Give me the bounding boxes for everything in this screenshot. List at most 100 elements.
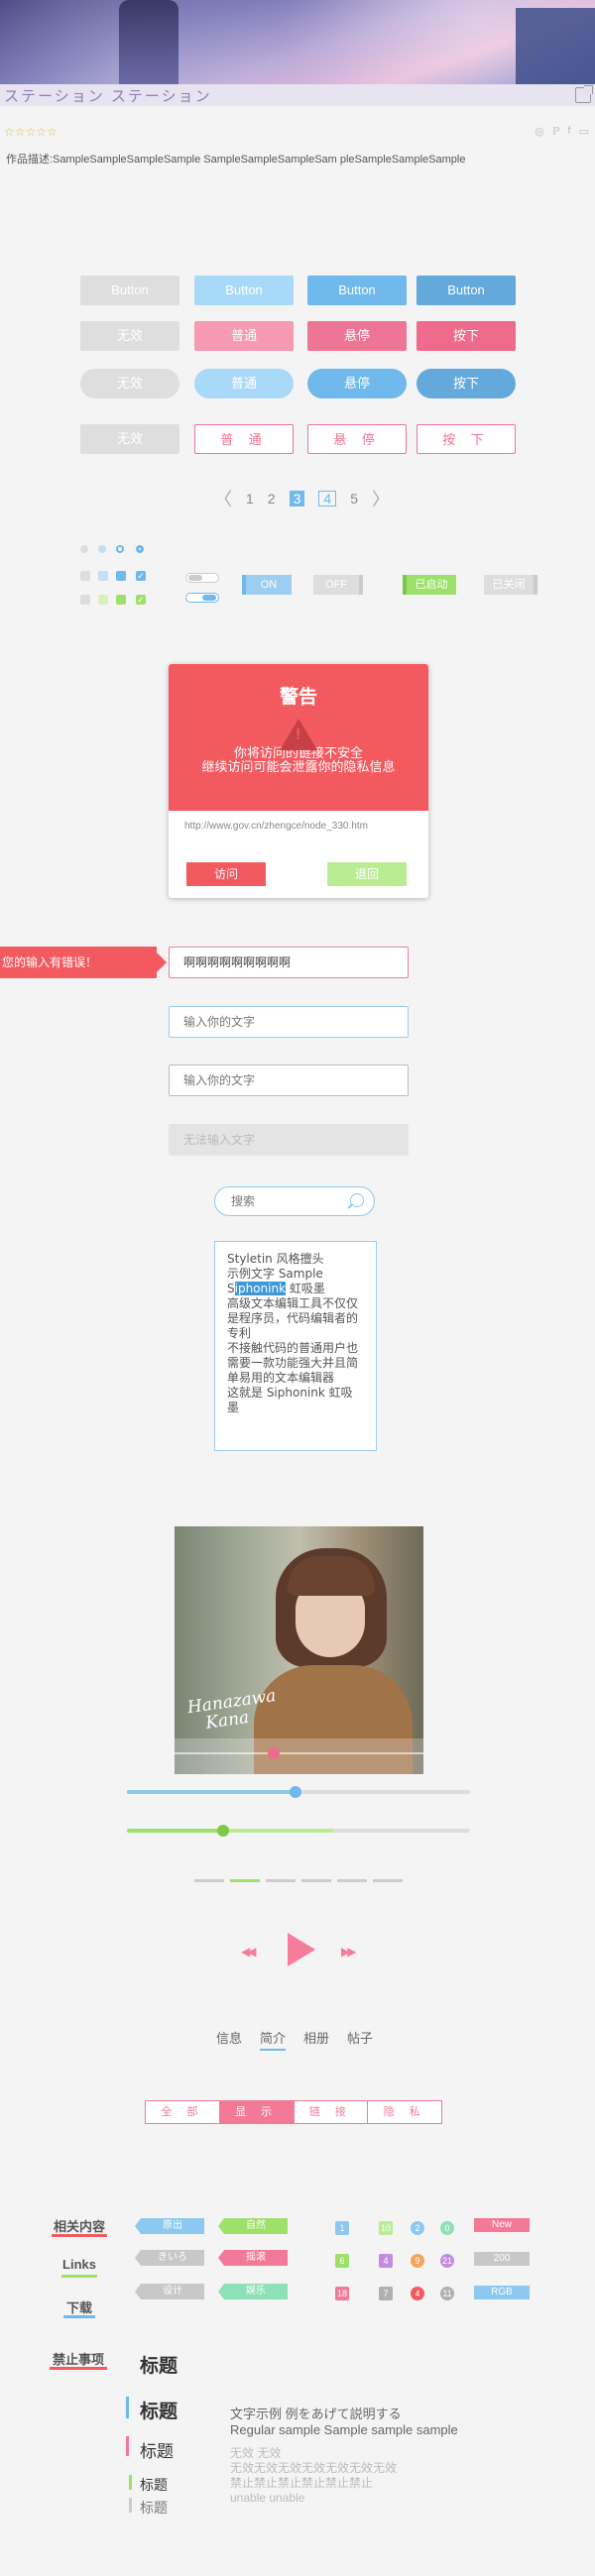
badge-count: 4 xyxy=(379,2254,393,2268)
toggle-on[interactable] xyxy=(185,593,219,603)
badge-rgb: RGB xyxy=(474,2286,530,2299)
editor-line: 不接触代码的普通用户也需要一款功能强大并且简单易用的文本编辑器 xyxy=(227,1341,359,1385)
page-link[interactable]: 5 xyxy=(350,491,358,506)
toggle-off[interactable] xyxy=(185,573,219,583)
indicator[interactable] xyxy=(266,1879,296,1882)
indicator-active[interactable] xyxy=(230,1879,260,1882)
switch-disabled: 已关闭 xyxy=(484,575,537,595)
album-cover-player[interactable]: Hanazawa Kana xyxy=(175,1526,423,1774)
facebook-icon[interactable]: f xyxy=(568,125,571,138)
tag-entertainment[interactable]: 娱乐 xyxy=(218,2284,288,2299)
fast-forward-icon[interactable]: ▶▶ xyxy=(341,1945,357,1959)
indicator[interactable] xyxy=(194,1879,224,1882)
editor-line: 高级文本编辑工具不仅仅是程序员，代码编辑者的专利 xyxy=(227,1296,359,1340)
banner-building xyxy=(516,8,595,84)
page-link-current[interactable]: 3 xyxy=(289,491,305,506)
focused-input[interactable]: 输入你的文字 xyxy=(169,1006,409,1038)
outline-button-normal[interactable]: 普 通 xyxy=(194,424,294,454)
share-icon[interactable] xyxy=(575,85,593,103)
player-bar xyxy=(175,1738,423,1774)
social-links: ◎ ℙ f ▭ xyxy=(535,125,589,138)
button-normal[interactable]: 普通 xyxy=(194,321,294,351)
indicator[interactable] xyxy=(337,1879,367,1882)
weibo-icon[interactable]: ◎ xyxy=(535,125,544,138)
prev-page-icon[interactable]: 〈 xyxy=(214,486,232,511)
tag-nature[interactable]: 自然 xyxy=(218,2218,288,2234)
radio-normal[interactable] xyxy=(98,545,106,553)
next-page-icon[interactable]: 〉 xyxy=(372,486,390,511)
text-editor[interactable]: Styletin 风格擅头 示例文字 Sample Siphonink 虹吸墨 … xyxy=(214,1241,377,1451)
photo-progress-track[interactable] xyxy=(175,1752,423,1754)
search-input[interactable]: 搜索 xyxy=(214,1186,375,1216)
checkbox-green-hover[interactable] xyxy=(116,595,126,605)
bookmark-icon[interactable]: ▭ xyxy=(579,125,589,138)
tab-info[interactable]: 信息 xyxy=(216,2028,242,2051)
green-slider-fill xyxy=(127,1829,223,1833)
pill-button-pressed[interactable]: 按下 xyxy=(416,369,516,398)
play-icon[interactable] xyxy=(288,1933,315,1966)
page-link[interactable]: 1 xyxy=(246,491,254,506)
tab-posts[interactable]: 帖子 xyxy=(347,2028,373,2051)
checkbox-green[interactable] xyxy=(98,595,108,605)
button-default[interactable]: Button xyxy=(80,276,179,305)
editor-text: 虹吸墨 xyxy=(286,1282,325,1295)
label-download[interactable]: 下载 xyxy=(48,2297,111,2316)
badge-count: 18 xyxy=(335,2287,349,2300)
green-slider[interactable] xyxy=(127,1825,470,1837)
badge-new: New xyxy=(474,2218,530,2232)
button-light[interactable]: Button xyxy=(194,276,294,305)
button-pressed[interactable]: 按下 xyxy=(416,321,516,351)
outline-button-pressed[interactable]: 按 下 xyxy=(416,424,516,454)
profile-tabs: 信息 简介 相册 帖子 xyxy=(216,2028,373,2051)
indicator[interactable] xyxy=(301,1879,331,1882)
label-underline xyxy=(63,2315,95,2318)
radio-hover[interactable] xyxy=(116,545,124,553)
security-alert-dialog: 警告 ! 你将访问的链接不安全 继续访问可能会泄露你的隐私信息 http://w… xyxy=(169,664,428,898)
tab-album[interactable]: 相册 xyxy=(303,2028,329,2051)
pill-button-normal[interactable]: 普通 xyxy=(194,369,294,398)
search-icon[interactable] xyxy=(350,1193,364,1207)
segment-show[interactable]: 显 示 xyxy=(219,2101,295,2123)
button-primary-dark[interactable]: Button xyxy=(416,276,516,305)
error-input[interactable]: 啊啊啊啊啊啊啊啊啊 xyxy=(169,947,409,978)
badge-count: 10 xyxy=(379,2221,393,2235)
rating-stars[interactable]: ☆☆☆☆☆ xyxy=(4,125,58,139)
visit-button[interactable]: 访问 xyxy=(186,862,266,886)
tag-design[interactable]: 设计 xyxy=(135,2284,204,2299)
segment-private[interactable]: 隐 私 xyxy=(368,2101,441,2123)
green-slider-knob[interactable] xyxy=(216,1825,229,1837)
indicator[interactable] xyxy=(373,1879,403,1882)
badge-value: 200 xyxy=(474,2252,530,2266)
checkbox-blue-hover[interactable] xyxy=(116,571,126,581)
tag-origin[interactable]: 原出 xyxy=(135,2218,204,2234)
page-link-hover[interactable]: 4 xyxy=(318,491,337,506)
pinterest-icon[interactable]: ℙ xyxy=(552,125,560,138)
segment-all[interactable]: 全 部 xyxy=(146,2101,220,2123)
checkbox-blue[interactable] xyxy=(98,571,108,581)
blue-slider-knob[interactable] xyxy=(289,1786,301,1798)
label-links[interactable]: Links xyxy=(48,2257,111,2272)
button-primary[interactable]: Button xyxy=(307,276,407,305)
checkbox-blue-checked[interactable]: ✓ xyxy=(136,571,146,581)
radio-disabled xyxy=(80,545,88,553)
switch-on[interactable]: ON xyxy=(242,575,292,595)
rewind-icon[interactable]: ◀◀ xyxy=(241,1945,257,1959)
radio-checked[interactable] xyxy=(136,545,144,553)
checkbox-green-checked[interactable]: ✓ xyxy=(136,595,146,605)
tag-rock[interactable]: 摇滚 xyxy=(218,2250,288,2266)
blue-slider[interactable] xyxy=(127,1786,470,1798)
alert-message: 你将访问的链接不安全 继续访问可能会泄露你的隐私信息 xyxy=(169,746,428,774)
tab-intro[interactable]: 简介 xyxy=(260,2028,287,2051)
segment-links[interactable]: 链 接 xyxy=(295,2101,369,2123)
switch-enabled[interactable]: 已启动 xyxy=(403,575,456,595)
segmented-control: 全 部 显 示 链 接 隐 私 xyxy=(145,2100,442,2124)
page-link[interactable]: 2 xyxy=(268,491,276,506)
text-input[interactable]: 输入你的文字 xyxy=(169,1064,409,1096)
pill-button-hover[interactable]: 悬停 xyxy=(307,369,407,398)
back-button[interactable]: 退回 xyxy=(327,862,407,886)
editor-line: 示例文字 Sample xyxy=(227,1267,323,1281)
switch-off[interactable]: OFF xyxy=(313,575,363,595)
tag-yellow[interactable]: きいろ xyxy=(135,2250,204,2266)
button-hover[interactable]: 悬停 xyxy=(307,321,407,351)
outline-button-hover[interactable]: 悬 停 xyxy=(307,424,407,454)
